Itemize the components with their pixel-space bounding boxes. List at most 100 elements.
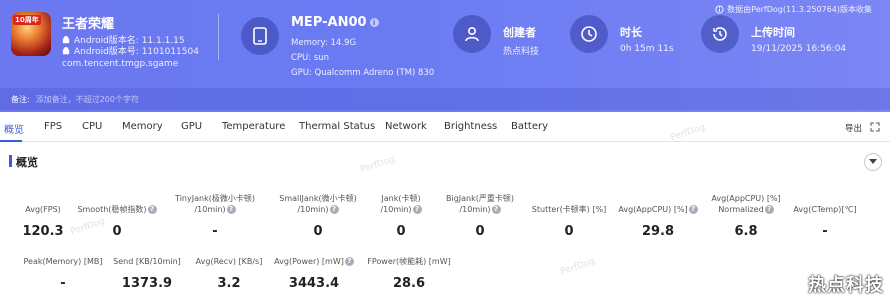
metric-label: Avg(CTemp)[℃] xyxy=(793,205,857,214)
version-note: 数据由PerfDog(11.3.250764)版本收集 xyxy=(715,4,872,15)
tab-brightness[interactable]: Brightness xyxy=(444,121,497,132)
android-version-code-row: Android版本号: 1101011504 xyxy=(62,44,199,57)
metric-value: 0 xyxy=(396,224,406,239)
metric-peak-memory: Peak(Memory) [MB] - xyxy=(20,256,106,296)
device-icon xyxy=(241,17,279,55)
app-icon: 10周年 xyxy=(11,12,51,56)
section-accent xyxy=(9,155,12,167)
help-icon[interactable]: ? xyxy=(412,205,422,214)
duration-title: 时长 xyxy=(620,26,642,39)
user-icon xyxy=(453,15,491,53)
android-icon xyxy=(62,35,70,43)
duration-value: 0h 15m 11s xyxy=(620,44,674,54)
metric-value: 0 xyxy=(313,224,323,239)
metric-label: Avg(FPS) xyxy=(25,205,61,214)
corner-watermark: 热点科技 xyxy=(808,275,884,296)
metric-label: Jank(卡顿) xyxy=(381,194,421,203)
app-icon-badge: 10周年 xyxy=(13,15,41,25)
tab-memory[interactable]: Memory xyxy=(122,121,163,132)
chevron-down-icon xyxy=(869,159,877,164)
metric-label: Avg(Power) [mW]? xyxy=(270,256,358,267)
device-memory: Memory: 14.9G xyxy=(291,38,357,48)
metric-send: Send [KB/10min] 1373.9 xyxy=(104,256,190,296)
metric-label-line2: /10min)? xyxy=(362,204,440,215)
metric-label-line2: /10min)? xyxy=(436,204,524,215)
metric-label: Smooth(稳帧指数)? xyxy=(72,204,162,215)
metric-label: Avg(Recv) [KB/s] xyxy=(195,257,263,266)
metric-value: 120.3 xyxy=(22,224,64,239)
metric-value: 3.2 xyxy=(217,276,241,291)
info-circle-icon xyxy=(715,5,724,14)
metric-value: - xyxy=(212,224,218,239)
info-icon[interactable]: i xyxy=(369,18,379,27)
metric-tinyjank: TinyJank(极微小卡顿) /10min)? - xyxy=(162,193,268,244)
metric-avg-fps: Avg(FPS) 120.3 xyxy=(8,204,78,244)
tab-thermal-status[interactable]: Thermal Status xyxy=(299,121,375,132)
metric-label: Peak(Memory) [MB] xyxy=(23,257,103,266)
metric-avg-appcpu-normalized: Avg(AppCPU) [%] Normalized? 6.8 xyxy=(700,193,792,244)
note-input[interactable]: 添加备注，不超过200个字符 xyxy=(36,94,139,105)
help-icon[interactable]: ? xyxy=(344,257,354,266)
device-gpu: GPU: Qualcomm Adreno (TM) 830 xyxy=(291,68,435,78)
app-name: 王者荣耀 xyxy=(62,17,115,32)
clock-icon xyxy=(570,15,608,53)
upload-value: 19/11/2025 16:56:04 xyxy=(751,44,847,54)
metric-avg-appcpu: Avg(AppCPU) [%]? 29.8 xyxy=(612,204,704,244)
metric-bigjank: BigJank(严重卡顿) /10min)? 0 xyxy=(436,193,524,244)
metric-value: 3443.4 xyxy=(288,276,340,291)
creator-title: 创建者 xyxy=(503,26,536,39)
android-icon xyxy=(62,46,70,54)
watermark: PerfDog xyxy=(559,256,597,278)
creator-value: 热点科技 xyxy=(503,47,540,57)
metric-label: BigJank(严重卡顿) xyxy=(446,194,514,203)
metric-label: Avg(AppCPU) [%] xyxy=(711,194,781,203)
metric-label: FPower(帧能耗) [mW] xyxy=(367,257,451,266)
tab-network[interactable]: Network xyxy=(385,121,427,132)
tab-battery[interactable]: Battery xyxy=(511,121,548,132)
metric-smalljank: SmallJank(微小卡顿) /10min)? 0 xyxy=(266,193,370,244)
collapse-button[interactable] xyxy=(864,153,882,171)
tab-temperature[interactable]: Temperature xyxy=(222,121,285,132)
tab-overview[interactable]: 概览 xyxy=(4,121,24,136)
help-icon[interactable]: ? xyxy=(688,205,698,214)
export-button[interactable]: 导出 xyxy=(845,122,862,134)
metric-label: SmallJank(微小卡顿) xyxy=(279,194,357,203)
metric-label-line2: Normalized? xyxy=(700,204,792,215)
metric-value: 29.8 xyxy=(641,224,675,239)
metric-label-line2: /10min)? xyxy=(266,204,370,215)
history-icon xyxy=(701,15,739,53)
metric-value: 0 xyxy=(564,224,574,239)
tab-gpu[interactable]: GPU xyxy=(181,121,202,132)
help-icon[interactable]: ? xyxy=(764,205,774,214)
metric-jank: Jank(卡顿) /10min)? 0 xyxy=(362,193,440,244)
help-icon[interactable]: ? xyxy=(329,205,339,214)
metric-value: - xyxy=(822,224,828,239)
metric-value: 6.8 xyxy=(734,224,758,239)
help-icon[interactable]: ? xyxy=(491,205,501,214)
help-icon[interactable]: ? xyxy=(147,205,157,214)
metric-label: Send [KB/10min] xyxy=(113,257,181,266)
metric-label: Stutter(卡顿率) [%] xyxy=(531,205,607,214)
metric-tabs: 概览 FPS CPU Memory GPU Temperature Therma… xyxy=(0,112,890,142)
section-title: 概览 xyxy=(16,156,38,169)
metric-label-line2: /10min)? xyxy=(162,204,268,215)
note-bar[interactable]: 备注: 添加备注，不超过200个字符 xyxy=(0,88,890,110)
report-header: 10周年 王者荣耀 Android版本名: 11.1.1.15 Android版… xyxy=(0,0,890,112)
metric-value: 0 xyxy=(475,224,485,239)
metric-value: - xyxy=(60,276,66,291)
package-name: com.tencent.tmgp.sgame xyxy=(62,59,179,69)
tab-active-indicator xyxy=(0,140,22,142)
tab-fps[interactable]: FPS xyxy=(44,121,62,132)
metric-label: TinyJank(极微小卡顿) xyxy=(175,194,255,203)
metric-smooth: Smooth(稳帧指数)? 0 xyxy=(72,204,162,244)
tab-cpu[interactable]: CPU xyxy=(82,121,102,132)
device-name: MEP-AN00 i xyxy=(291,15,379,30)
metric-avg-recv: Avg(Recv) [KB/s] 3.2 xyxy=(186,256,272,296)
upload-title: 上传时间 xyxy=(751,26,795,39)
android-version-code: Android版本号: 1101011504 xyxy=(74,47,199,57)
fullscreen-icon[interactable] xyxy=(870,122,880,132)
help-icon[interactable]: ? xyxy=(226,205,236,214)
metric-stutter: Stutter(卡顿率) [%] 0 xyxy=(526,204,612,244)
watermark: PerfDog xyxy=(359,154,397,176)
header-divider xyxy=(218,14,219,60)
